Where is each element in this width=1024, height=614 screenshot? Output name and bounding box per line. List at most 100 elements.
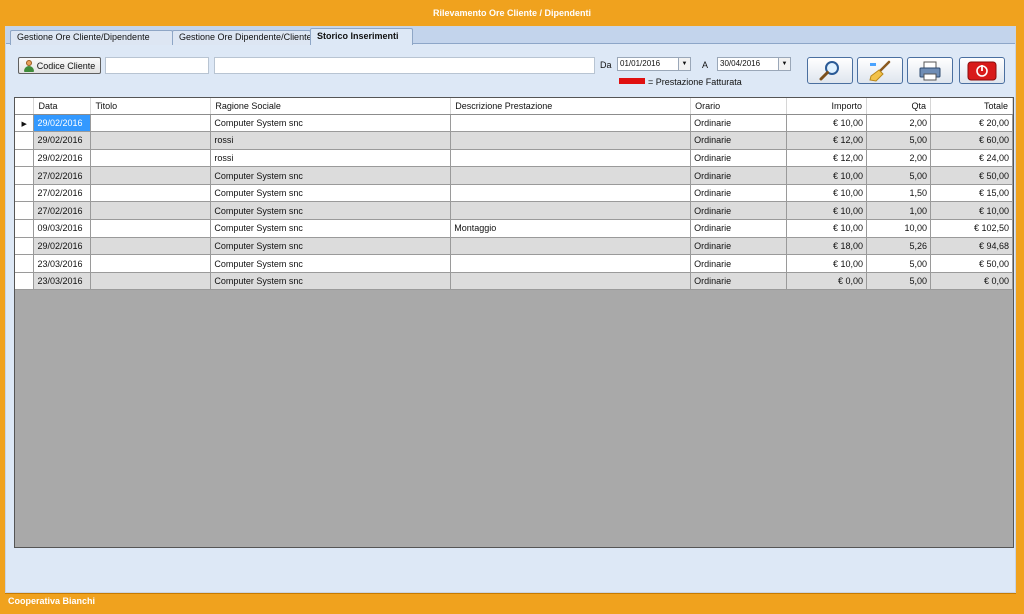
table-cell[interactable]: Ordinarie [690, 184, 788, 203]
table-cell[interactable]: Ordinarie [690, 272, 788, 291]
table-cell[interactable]: 5,00 [866, 272, 931, 291]
table-cell[interactable] [450, 254, 692, 273]
table-cell[interactable]: 29/02/2016 [33, 237, 92, 256]
table-cell[interactable]: 2,00 [866, 114, 931, 133]
row-selector[interactable] [15, 272, 35, 291]
table-row[interactable]: 27/02/2016 Computer System snc Ordinarie € … [15, 184, 1014, 203]
table-cell[interactable] [450, 149, 692, 168]
table-cell[interactable]: Computer System snc [210, 184, 452, 203]
table-cell[interactable]: Ordinarie [690, 149, 788, 168]
table-cell[interactable] [450, 131, 692, 150]
table-cell[interactable]: 29/02/2016 [33, 149, 92, 168]
exit-button[interactable] [959, 57, 1005, 84]
table-cell[interactable]: rossi [210, 131, 452, 150]
row-selector[interactable] [15, 166, 35, 185]
table-cell[interactable] [90, 272, 212, 291]
da-date-picker[interactable]: 01/01/2016 ▼ [617, 57, 691, 71]
table-row[interactable]: 29/02/2016 Computer System snc Ordinarie € … [15, 237, 1014, 256]
table-cell[interactable]: 27/02/2016 [33, 166, 92, 185]
table-cell[interactable] [90, 254, 212, 273]
column-header-orario[interactable]: Orario [690, 98, 788, 115]
table-cell[interactable]: 23/03/2016 [33, 254, 92, 273]
table-cell[interactable]: 29/02/2016 [33, 131, 92, 150]
table-cell[interactable]: 10,00 [866, 219, 931, 238]
table-cell[interactable]: Computer System snc [210, 254, 452, 273]
table-row[interactable]: 27/02/2016 Computer System snc Ordinarie € … [15, 166, 1014, 185]
table-cell[interactable]: 27/02/2016 [33, 184, 92, 203]
table-cell[interactable]: Computer System snc [210, 237, 452, 256]
table-cell[interactable]: € 18,00 [786, 237, 868, 256]
column-header-descrizione[interactable]: Descrizione Prestazione [450, 98, 692, 115]
tab-storico-inserimenti[interactable]: Storico Inserimenti [310, 28, 413, 45]
table-cell[interactable]: 27/02/2016 [33, 201, 92, 221]
row-selector[interactable] [15, 201, 35, 221]
table-cell[interactable]: Computer System snc [210, 201, 452, 221]
table-cell[interactable] [450, 166, 692, 185]
row-selector[interactable] [15, 237, 35, 256]
table-cell[interactable]: 2,00 [866, 149, 931, 168]
table-cell[interactable]: 1,50 [866, 184, 931, 203]
table-row[interactable]: 09/03/2016 Computer System snc Montaggio Or… [15, 219, 1014, 238]
table-cell[interactable]: € 94,68 [930, 237, 1014, 256]
table-row[interactable]: ▶ 29/02/2016 Computer System snc Ordinarie €… [15, 114, 1014, 133]
table-row[interactable]: 27/02/2016 Computer System snc Ordinarie € … [15, 201, 1014, 221]
table-cell[interactable] [90, 114, 212, 133]
table-cell[interactable]: 5,26 [866, 237, 931, 256]
table-cell[interactable]: € 10,00 [786, 254, 868, 273]
table-cell[interactable]: 5,00 [866, 254, 931, 273]
row-selector[interactable] [15, 254, 35, 273]
ragione-sociale-input[interactable] [214, 57, 595, 74]
table-cell[interactable]: 29/02/2016 [33, 114, 92, 133]
row-selector[interactable] [15, 219, 35, 238]
table-row[interactable]: 29/02/2016 rossi Ordinarie € 12,00 5,00 € 60,… [15, 131, 1014, 150]
tab-gestione-ore-dipendente-cliente[interactable]: Gestione Ore Dipendente/Cliente [172, 30, 311, 45]
table-cell[interactable] [90, 149, 212, 168]
table-cell[interactable] [450, 201, 692, 221]
table-cell[interactable]: 5,00 [866, 166, 931, 185]
tab-gestione-ore-cliente-dipendente[interactable]: Gestione Ore Cliente/Dipendente [10, 30, 173, 45]
table-cell[interactable]: Ordinarie [690, 201, 788, 221]
table-cell[interactable]: € 0,00 [786, 272, 868, 291]
table-cell[interactable]: Ordinarie [690, 237, 788, 256]
a-date-picker[interactable]: 30/04/2016 ▼ [717, 57, 791, 71]
table-cell[interactable] [90, 184, 212, 203]
table-cell[interactable]: € 10,00 [786, 219, 868, 238]
table-cell[interactable]: rossi [210, 149, 452, 168]
table-row[interactable]: 23/03/2016 Computer System snc Ordinarie € … [15, 272, 1014, 291]
table-cell[interactable]: Computer System snc [210, 166, 452, 185]
table-cell[interactable]: € 10,00 [786, 201, 868, 221]
column-header-importo[interactable]: Importo [786, 98, 868, 115]
table-cell[interactable]: € 10,00 [786, 114, 868, 133]
table-cell[interactable] [450, 237, 692, 256]
table-cell[interactable]: € 15,00 [930, 184, 1014, 203]
table-cell[interactable]: € 24,00 [930, 149, 1014, 168]
table-cell[interactable] [90, 219, 212, 238]
search-button[interactable] [807, 57, 853, 84]
table-row[interactable]: 29/02/2016 rossi Ordinarie € 12,00 2,00 € 24,… [15, 149, 1014, 168]
table-cell[interactable]: € 50,00 [930, 254, 1014, 273]
column-header-titolo[interactable]: Titolo [90, 98, 212, 115]
table-cell[interactable] [450, 184, 692, 203]
table-cell[interactable]: Ordinarie [690, 114, 788, 133]
table-cell[interactable]: € 60,00 [930, 131, 1014, 150]
row-selector[interactable] [15, 149, 35, 168]
table-cell[interactable]: Ordinarie [690, 254, 788, 273]
table-cell[interactable] [450, 272, 692, 291]
table-cell[interactable]: € 10,00 [786, 184, 868, 203]
row-selector[interactable] [15, 131, 35, 150]
table-cell[interactable] [90, 201, 212, 221]
table-cell[interactable]: € 12,00 [786, 131, 868, 150]
table-cell[interactable]: 09/03/2016 [33, 219, 92, 238]
column-header-qta[interactable]: Qta [866, 98, 931, 115]
column-header-ragione-sociale[interactable]: Ragione Sociale [210, 98, 452, 115]
table-cell[interactable]: € 20,00 [930, 114, 1014, 133]
table-cell[interactable]: € 10,00 [786, 166, 868, 185]
table-cell[interactable] [90, 237, 212, 256]
codice-cliente-input[interactable] [105, 57, 209, 74]
storico-grid[interactable]: Data Titolo Ragione Sociale Descrizione … [14, 97, 1014, 548]
table-cell[interactable]: Computer System snc [210, 219, 452, 238]
table-cell[interactable]: Computer System snc [210, 114, 452, 133]
row-selector[interactable]: ▶ [15, 114, 35, 133]
table-cell[interactable] [90, 166, 212, 185]
table-cell[interactable] [90, 131, 212, 150]
